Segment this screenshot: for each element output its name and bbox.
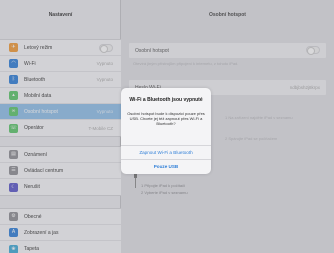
- alert-title: Wi-Fi a Bluetooth jsou vypnuté: [129, 97, 203, 103]
- alert-dialog: Wi-Fi a Bluetooth jsou vypnuté Osobní ho…: [121, 88, 211, 174]
- enable-wifi-bluetooth-button[interactable]: Zapnout Wi-Fi a Bluetooth: [121, 145, 211, 159]
- usb-only-button[interactable]: Pouze USB: [121, 159, 211, 173]
- alert-message: Osobní hotspot bude k dispozici pouze př…: [127, 111, 205, 126]
